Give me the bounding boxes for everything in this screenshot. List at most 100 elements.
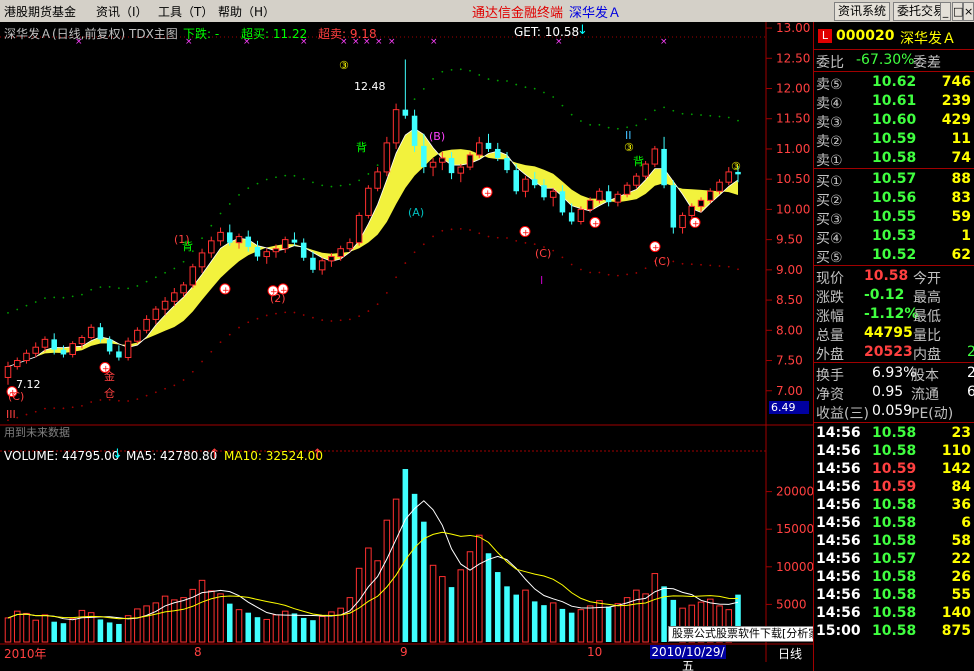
candle-body	[245, 236, 252, 247]
lower-channel-dot	[552, 249, 555, 252]
quote-value: -0.12	[864, 287, 905, 303]
menu-bar: 港股期货基金 资讯（I） 工具（T） 帮助（H） 通达信金融终端 深华发Ａ 资讯系…	[0, 0, 974, 23]
volume-bar	[494, 572, 501, 642]
buy-signal-plus: +	[522, 228, 530, 238]
wave-label: (C)	[654, 255, 671, 268]
lower-channel-dot	[367, 310, 370, 312]
divergence-label: 背	[356, 141, 367, 154]
candle-body	[494, 148, 501, 159]
lower-channel-dot	[348, 318, 351, 321]
upper-channel-dot	[90, 288, 93, 291]
candle-body	[688, 205, 696, 216]
wave-label: I	[540, 274, 544, 287]
lower-channel-dot	[700, 263, 702, 266]
candle-body	[661, 148, 667, 186]
sell-label: 卖②	[816, 134, 843, 150]
close-icon[interactable]: ×	[963, 2, 974, 21]
chart-area[interactable]: 13.00 12.50 12.00 11.50 11.00 10.50 10.00 9.50 9…	[0, 22, 813, 671]
maximize-icon[interactable]: □	[952, 2, 963, 21]
weicha-label: 委差	[913, 55, 941, 71]
fund-label: 收益(三)	[816, 406, 869, 422]
candle-body	[346, 242, 354, 250]
lower-channel-dot	[580, 268, 582, 271]
volume-bar	[633, 589, 640, 643]
candle-body	[392, 109, 400, 144]
candle-body	[411, 115, 418, 146]
tick-row: 14:56 10.58 36	[814, 497, 974, 515]
tick-row: 14:56 10.58 26	[814, 569, 974, 587]
upper-channel-dot	[127, 287, 130, 290]
volume-bar	[217, 593, 224, 643]
upper-channel-dot	[284, 174, 287, 177]
upper-channel-dot	[737, 119, 739, 122]
sell-label: 卖④	[816, 96, 843, 112]
candle-body	[106, 339, 113, 352]
menu-info[interactable]: 资讯（I）	[96, 3, 148, 20]
volume-bar	[605, 606, 612, 642]
tick-time: 14:56	[816, 425, 861, 441]
candle-body	[633, 175, 640, 186]
menu-hk-futures[interactable]: 港股期货基金	[4, 3, 76, 20]
buy-signal-plus: +	[592, 219, 600, 229]
minimize-icon[interactable]: _	[940, 2, 951, 21]
lower-channel-dot	[718, 265, 721, 267]
volume-bar	[106, 622, 113, 642]
tick-row: 14:56 10.58 23	[814, 425, 974, 443]
chart-title: 深华发Ａ(日线,前复权) TDX主图	[4, 27, 178, 41]
sell-volume: 11	[951, 131, 971, 147]
candle-body	[513, 170, 519, 192]
price-tick-label: 12.50	[776, 51, 810, 65]
upper-channel-dot	[293, 174, 296, 177]
sell-price: 10.62	[872, 74, 917, 90]
candle-body	[457, 166, 465, 174]
candle-body	[328, 256, 335, 262]
candle-body	[374, 171, 381, 189]
upper-channel-dot	[376, 164, 379, 167]
sell-price: 10.58	[872, 150, 917, 166]
price-tick-label: 10.00	[776, 202, 810, 216]
candle-body	[504, 158, 510, 171]
buy-label: 买③	[816, 212, 843, 228]
fund-label: 流通	[911, 387, 939, 403]
lower-channel-dot	[25, 413, 28, 416]
lower-channel-dot	[413, 251, 416, 254]
lower-channel-dot	[422, 243, 425, 246]
menu-help[interactable]: 帮助（H）	[218, 3, 275, 20]
sell-level-row: 卖③ 10.60 429	[814, 112, 974, 131]
volume-bar	[235, 609, 243, 643]
buy-signal-plus: +	[652, 244, 660, 254]
lower-channel-dot	[607, 273, 610, 276]
candle-body	[559, 191, 566, 213]
upper-channel-dot	[367, 173, 370, 175]
upper-channel-dot	[570, 113, 573, 116]
menu-tools[interactable]: 工具（T）	[158, 3, 213, 20]
tick-price: 10.59	[872, 479, 917, 495]
candle-body	[217, 231, 224, 242]
candle-body	[87, 326, 95, 339]
info-system-button[interactable]: 资讯系统	[834, 2, 891, 21]
lower-channel-dot	[459, 227, 462, 230]
period-label[interactable]: 日线	[778, 645, 802, 662]
sell-level-row: 卖① 10.58 74	[814, 150, 974, 169]
volume-bar	[318, 615, 326, 643]
lower-channel-dot	[487, 235, 490, 238]
candle-body	[475, 142, 483, 156]
upper-channel-dot	[422, 88, 425, 90]
wave-label: (2)	[270, 292, 286, 305]
candle-body	[586, 199, 594, 210]
upper-channel-dot	[321, 184, 324, 187]
date-label: 9	[400, 645, 408, 659]
buy-volume: 1	[961, 228, 971, 244]
volume-bar	[355, 567, 363, 643]
tick-volume: 875	[941, 623, 971, 639]
quote-label: 最低	[913, 309, 941, 325]
candle-body	[161, 300, 169, 310]
volume-bar	[346, 597, 354, 643]
lower-channel-dot	[53, 407, 56, 410]
volume-bar	[171, 599, 178, 643]
candle-body	[318, 260, 326, 271]
lower-channel-dot	[173, 384, 176, 387]
fund-value: 6.93%	[872, 365, 917, 381]
lower-channel-dot	[727, 265, 730, 268]
price-tick-label: 8.00	[776, 323, 803, 337]
